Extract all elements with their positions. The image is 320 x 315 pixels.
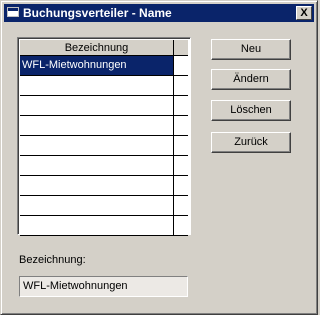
- cell-bezeichnung[interactable]: [20, 176, 174, 195]
- table-row[interactable]: [20, 176, 188, 196]
- delete-button[interactable]: Löschen: [211, 100, 291, 121]
- cell-extra[interactable]: [174, 76, 188, 95]
- bezeichnung-field[interactable]: WFL-Mietwohnungen: [19, 276, 188, 297]
- close-button[interactable]: X: [296, 6, 312, 20]
- cell-extra[interactable]: [174, 56, 188, 75]
- table-row[interactable]: WFL-Mietwohnungen: [20, 56, 188, 76]
- cell-bezeichnung[interactable]: [20, 116, 174, 135]
- cell-extra[interactable]: [174, 136, 188, 155]
- table-row[interactable]: [20, 156, 188, 176]
- cell-extra[interactable]: [174, 96, 188, 115]
- edit-button[interactable]: Ändern: [211, 69, 291, 90]
- data-grid[interactable]: Bezeichnung WFL-Mietwohnungen: [17, 37, 191, 236]
- table-row[interactable]: [20, 76, 188, 96]
- column-header-bezeichnung[interactable]: Bezeichnung: [20, 40, 174, 56]
- cell-bezeichnung[interactable]: [20, 196, 174, 215]
- cell-extra[interactable]: [174, 216, 188, 235]
- cell-bezeichnung[interactable]: [20, 136, 174, 155]
- new-button[interactable]: Neu: [211, 39, 291, 60]
- back-button[interactable]: Zurück: [211, 132, 291, 153]
- cell-bezeichnung[interactable]: [20, 216, 174, 235]
- cell-extra[interactable]: [174, 196, 188, 215]
- window-title: Buchungsverteiler - Name: [23, 6, 172, 20]
- cell-extra[interactable]: [174, 176, 188, 195]
- cell-extra[interactable]: [174, 116, 188, 135]
- title-bar[interactable]: Buchungsverteiler - Name X: [4, 4, 314, 22]
- table-row[interactable]: [20, 196, 188, 216]
- column-header-extra[interactable]: [174, 40, 188, 56]
- cell-bezeichnung[interactable]: [20, 76, 174, 95]
- cell-bezeichnung[interactable]: WFL-Mietwohnungen: [20, 56, 174, 75]
- cell-extra[interactable]: [174, 156, 188, 175]
- cell-bezeichnung[interactable]: [20, 96, 174, 115]
- table-row[interactable]: [20, 216, 188, 236]
- dialog-window: Buchungsverteiler - Name X Bezeichnung W…: [0, 0, 318, 315]
- window-icon[interactable]: [7, 7, 19, 17]
- table-row[interactable]: [20, 116, 188, 136]
- grid-rows: WFL-Mietwohnungen: [20, 56, 188, 236]
- table-row[interactable]: [20, 136, 188, 156]
- cell-bezeichnung[interactable]: [20, 156, 174, 175]
- table-row[interactable]: [20, 96, 188, 116]
- bezeichnung-label: Bezeichnung:: [19, 254, 86, 266]
